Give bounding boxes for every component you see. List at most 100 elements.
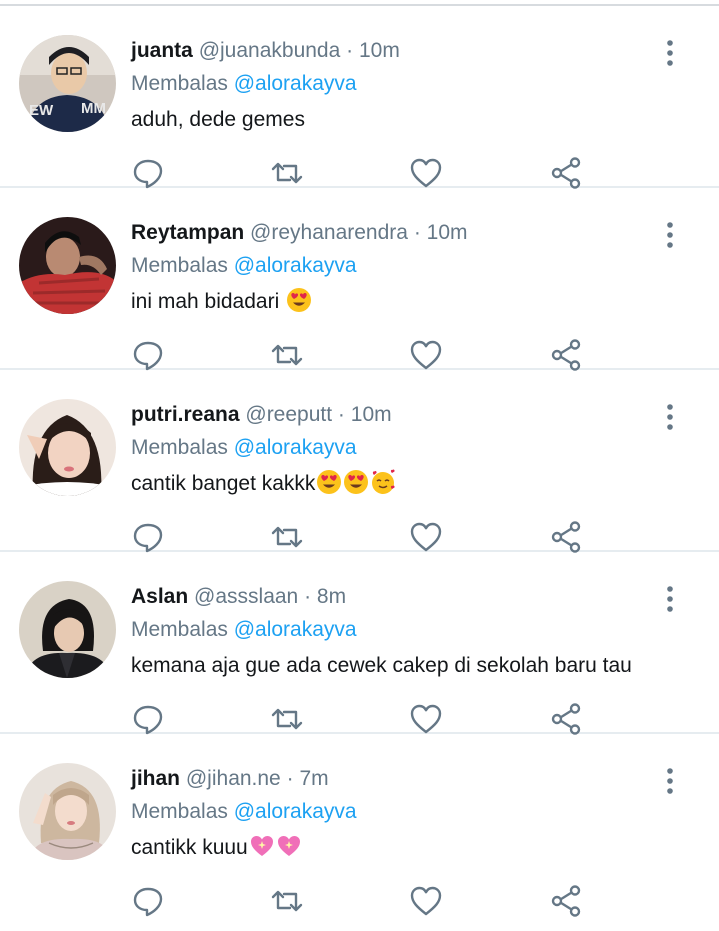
more-vertical-icon bbox=[667, 768, 673, 794]
reply-button[interactable] bbox=[131, 520, 165, 554]
like-button[interactable] bbox=[409, 702, 443, 736]
tweet-reply[interactable]: jihan @jihan.ne · 7m Membalas @alorakayv… bbox=[0, 734, 719, 918]
retweet-icon bbox=[271, 526, 303, 548]
replying-to: Membalas @alorakayva bbox=[131, 798, 357, 826]
retweet-button[interactable] bbox=[270, 520, 304, 554]
more-options-button[interactable] bbox=[658, 402, 682, 432]
tweet-text: cantik banget kakkk bbox=[131, 469, 396, 499]
user-handle[interactable]: @juanakbunda bbox=[199, 39, 341, 62]
tweet-reply[interactable]: Aslan @assslaan · 8m Membalas @alorakayv… bbox=[0, 552, 719, 736]
tweet-reply[interactable]: Reytampan @reyhanarendra · 10m Membalas … bbox=[0, 188, 719, 372]
replying-to: Membalas @alorakayva bbox=[131, 70, 357, 98]
reply-button[interactable] bbox=[131, 156, 165, 190]
avatar[interactable] bbox=[19, 217, 116, 314]
heart-icon bbox=[410, 522, 442, 552]
share-button[interactable] bbox=[549, 702, 583, 736]
replying-to-label: Membalas bbox=[131, 436, 228, 459]
reply-icon bbox=[133, 705, 163, 735]
avatar[interactable] bbox=[19, 399, 116, 496]
user-handle[interactable]: @assslaan bbox=[194, 585, 298, 608]
retweet-button[interactable] bbox=[270, 338, 304, 372]
avatar[interactable] bbox=[19, 581, 116, 678]
tweet-actions bbox=[131, 702, 591, 736]
avatar[interactable]: EW MM bbox=[19, 35, 116, 132]
separator-dot: · bbox=[304, 585, 312, 608]
heart-icon bbox=[410, 158, 442, 188]
retweet-button[interactable] bbox=[270, 156, 304, 190]
reply-icon bbox=[133, 341, 163, 371]
like-button[interactable] bbox=[409, 884, 443, 918]
reply-feed: EW MM juanta @juanakbunda · 10m Membalas… bbox=[0, 6, 719, 918]
mention-link[interactable]: @alorakayva bbox=[234, 72, 357, 95]
timestamp[interactable]: 10m bbox=[427, 221, 468, 244]
display-name[interactable]: putri.reana bbox=[131, 403, 240, 426]
smiling-face-with-hearts-emoji-icon bbox=[372, 469, 396, 494]
share-button[interactable] bbox=[549, 338, 583, 372]
replying-to: Membalas @alorakayva bbox=[131, 616, 357, 644]
timestamp[interactable]: 10m bbox=[351, 403, 392, 426]
heart-eyes-emoji-icon bbox=[317, 470, 342, 494]
share-icon bbox=[551, 521, 581, 553]
more-options-button[interactable] bbox=[658, 766, 682, 796]
tweet-text: kemana aja gue ada cewek cakep di sekola… bbox=[131, 651, 632, 681]
separator-dot: · bbox=[413, 221, 421, 244]
separator-dot: · bbox=[286, 767, 294, 790]
tweet-header: putri.reana @reeputt · 10m bbox=[131, 401, 392, 429]
tweet-actions bbox=[131, 338, 591, 372]
user-handle[interactable]: @jihan.ne bbox=[186, 767, 281, 790]
tweet-header: juanta @juanakbunda · 10m bbox=[131, 37, 400, 65]
share-button[interactable] bbox=[549, 156, 583, 190]
heart-icon bbox=[410, 886, 442, 916]
tweet-text-content: aduh, dede gemes bbox=[131, 108, 305, 131]
like-button[interactable] bbox=[409, 338, 443, 372]
heart-icon bbox=[410, 340, 442, 370]
timestamp[interactable]: 10m bbox=[359, 39, 400, 62]
retweet-icon bbox=[271, 344, 303, 366]
mention-link[interactable]: @alorakayva bbox=[234, 436, 357, 459]
avatar[interactable] bbox=[19, 763, 116, 860]
user-handle[interactable]: @reyhanarendra bbox=[250, 221, 408, 244]
mention-link[interactable]: @alorakayva bbox=[234, 800, 357, 823]
more-vertical-icon bbox=[667, 586, 673, 612]
tweet-text-content: cantik banget kakkk bbox=[131, 472, 316, 495]
tweet-reply[interactable]: putri.reana @reeputt · 10m Membalas @alo… bbox=[0, 370, 719, 554]
tweet-reply[interactable]: EW MM juanta @juanakbunda · 10m Membalas… bbox=[0, 6, 719, 190]
reply-button[interactable] bbox=[131, 884, 165, 918]
tweet-header: jihan @jihan.ne · 7m bbox=[131, 765, 329, 793]
share-button[interactable] bbox=[549, 884, 583, 918]
replying-to-label: Membalas bbox=[131, 254, 228, 277]
display-name[interactable]: Aslan bbox=[131, 585, 188, 608]
more-options-button[interactable] bbox=[658, 38, 682, 68]
more-vertical-icon bbox=[667, 40, 673, 66]
replying-to: Membalas @alorakayva bbox=[131, 434, 357, 462]
heart-eyes-emoji-icon bbox=[287, 288, 312, 312]
more-options-button[interactable] bbox=[658, 220, 682, 250]
retweet-button[interactable] bbox=[270, 702, 304, 736]
svg-text:EW: EW bbox=[29, 102, 54, 119]
separator-dot: · bbox=[346, 39, 354, 62]
reply-icon bbox=[133, 887, 163, 917]
reply-button[interactable] bbox=[131, 338, 165, 372]
timestamp[interactable]: 8m bbox=[317, 585, 346, 608]
timestamp[interactable]: 7m bbox=[299, 767, 328, 790]
replying-to-label: Membalas bbox=[131, 618, 228, 641]
display-name[interactable]: Reytampan bbox=[131, 221, 244, 244]
display-name[interactable]: jihan bbox=[131, 767, 180, 790]
reply-button[interactable] bbox=[131, 702, 165, 736]
share-icon bbox=[551, 703, 581, 735]
like-button[interactable] bbox=[409, 520, 443, 554]
tweet-header: Reytampan @reyhanarendra · 10m bbox=[131, 219, 468, 247]
heart-eyes-emoji-icon bbox=[344, 470, 369, 494]
mention-link[interactable]: @alorakayva bbox=[234, 618, 357, 641]
share-button[interactable] bbox=[549, 520, 583, 554]
more-vertical-icon bbox=[667, 404, 673, 430]
tweet-actions bbox=[131, 156, 591, 190]
like-button[interactable] bbox=[409, 156, 443, 190]
user-handle[interactable]: @reeputt bbox=[245, 403, 332, 426]
mention-link[interactable]: @alorakayva bbox=[234, 254, 357, 277]
share-icon bbox=[551, 157, 581, 189]
replying-to-label: Membalas bbox=[131, 72, 228, 95]
more-options-button[interactable] bbox=[658, 584, 682, 614]
display-name[interactable]: juanta bbox=[131, 39, 193, 62]
retweet-button[interactable] bbox=[270, 884, 304, 918]
